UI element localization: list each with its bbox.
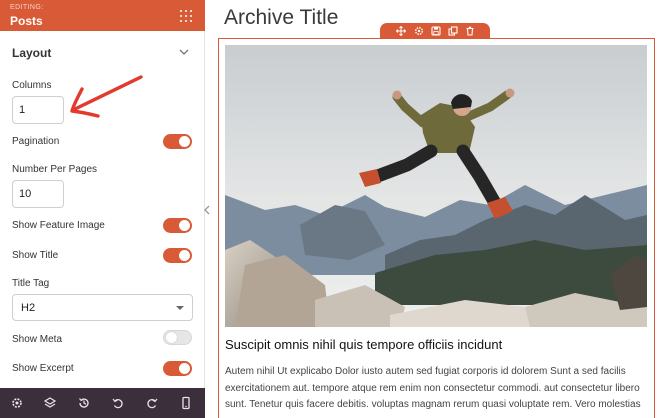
post-title[interactable]: Suscipit omnis nihil quis tempore offici…: [225, 337, 502, 352]
layers-icon[interactable]: [43, 396, 57, 410]
save-icon[interactable]: [431, 26, 441, 36]
sidebar-title: Posts: [10, 14, 43, 28]
settings-icon[interactable]: [414, 26, 424, 36]
delete-icon[interactable]: [465, 26, 475, 36]
annotation-arrow-icon: [70, 75, 143, 118]
featured-image[interactable]: [225, 45, 647, 327]
show-excerpt-label: Show Excerpt: [12, 363, 74, 374]
title-tag-label: Title Tag: [12, 278, 50, 289]
section-title: Layout: [12, 46, 52, 60]
duplicate-icon[interactable]: [448, 26, 458, 36]
post-excerpt: Autem nihil Ut explicabo Dolor iusto aut…: [225, 366, 641, 410]
pagination-toggle[interactable]: [163, 134, 192, 149]
redo-icon[interactable]: [145, 396, 159, 410]
show-title-label: Show Title: [12, 250, 59, 261]
module-toolbar: [380, 23, 490, 39]
pagination-label: Pagination: [12, 136, 60, 147]
caret-down-icon: [176, 306, 184, 310]
layout-section-header[interactable]: Layout: [0, 38, 205, 68]
columns-label: Columns: [12, 80, 52, 91]
move-icon[interactable]: [396, 26, 406, 36]
number-per-pages-input[interactable]: [12, 180, 64, 208]
settings-sidebar: EDITING: Posts Layout Columns Pagination…: [0, 0, 205, 418]
columns-input[interactable]: [12, 96, 64, 124]
sidebar-footer: [0, 388, 205, 418]
chevron-down-icon: [179, 49, 189, 55]
show-title-toggle[interactable]: [163, 248, 192, 263]
drag-grid-icon[interactable]: [180, 10, 192, 22]
show-feature-image-toggle[interactable]: [163, 218, 192, 233]
history-icon[interactable]: [77, 396, 91, 410]
mobile-preview-icon[interactable]: [179, 396, 193, 410]
page-builder: EDITING: Posts Layout Columns Pagination…: [0, 0, 662, 418]
archive-title: Archive Title: [224, 6, 339, 29]
title-tag-value: H2: [21, 302, 36, 314]
show-meta-label: Show Meta: [12, 334, 63, 345]
number-per-pages-label: Number Per Pages: [12, 164, 98, 175]
undo-icon[interactable]: [111, 396, 125, 410]
editing-label: EDITING:: [10, 4, 44, 11]
show-feature-image-label: Show Feature Image: [12, 220, 105, 231]
sidebar-header: EDITING: Posts: [0, 0, 205, 31]
show-excerpt-toggle[interactable]: [163, 361, 192, 376]
show-meta-toggle[interactable]: [163, 330, 192, 345]
settings-icon[interactable]: [10, 396, 24, 410]
collapse-sidebar-icon[interactable]: [202, 202, 212, 218]
title-tag-select[interactable]: H2: [12, 294, 193, 321]
